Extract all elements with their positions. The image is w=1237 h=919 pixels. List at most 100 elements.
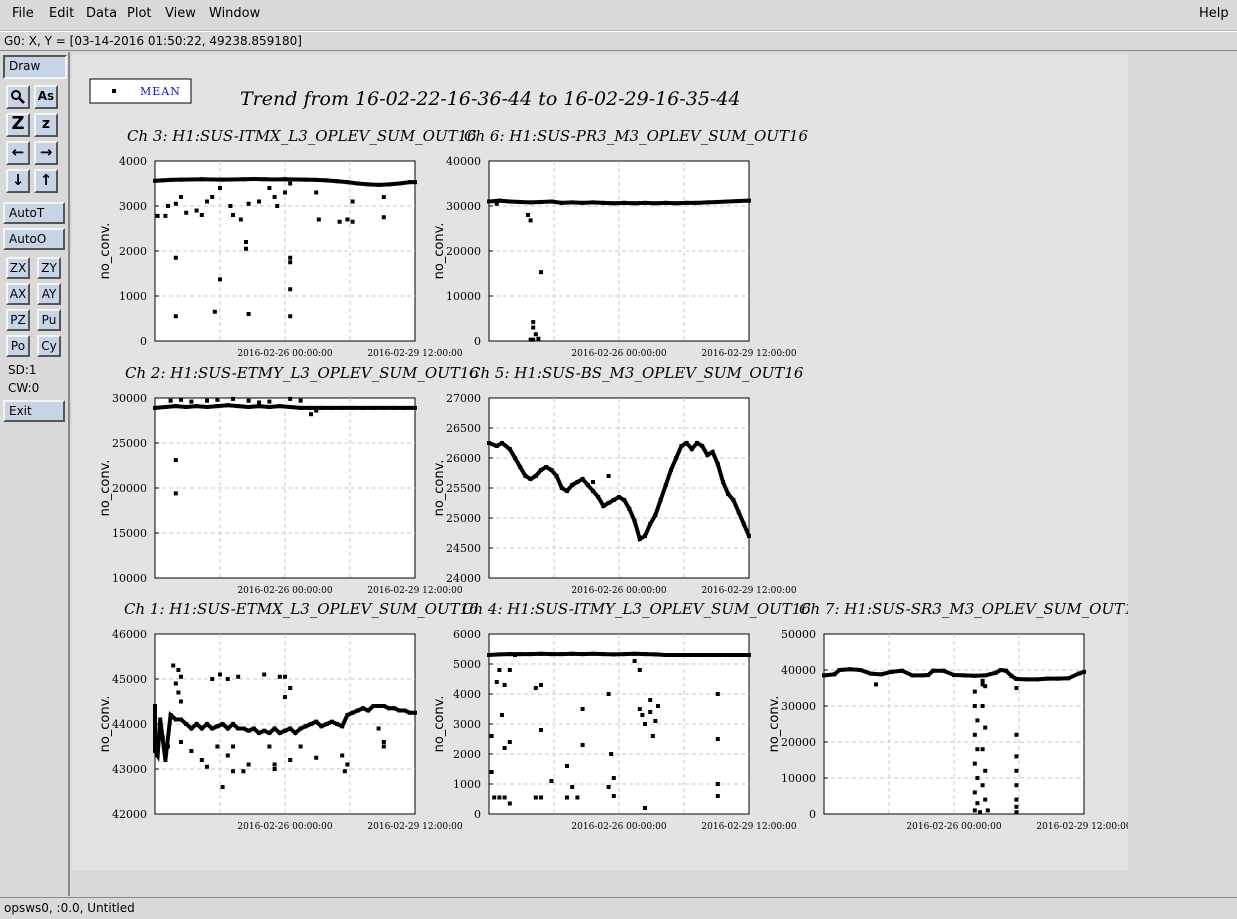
data-point (337, 219, 342, 224)
y-axis-label: no_conv. (432, 696, 447, 753)
data-point (575, 795, 580, 800)
data-point (345, 217, 350, 222)
zoom-z-small-icon[interactable]: z (34, 113, 58, 137)
chart-ch5: Ch 5: H1:SUS-BS_M3_OPLEV_SUM_OUT16 24000 2… (432, 364, 804, 596)
menu-edit[interactable]: Edit (49, 6, 74, 21)
y-tick-label: 30000 (781, 700, 816, 713)
autot-button[interactable]: AutoT (3, 202, 65, 224)
ax-button[interactable]: AX (6, 283, 30, 305)
x-tick-label: 2016-02-29 12:00:00 (701, 349, 796, 359)
trend-line-ch4 (488, 651, 749, 657)
chart-ch4: Ch 4: H1:SUS-ITMY_L3_OPLEV_SUM_OUT16 0 100… (432, 600, 811, 832)
data-point (176, 690, 181, 695)
data-point (173, 201, 178, 206)
po-button[interactable]: Po (6, 335, 30, 357)
data-point (179, 674, 183, 679)
legend-label: MEAN (140, 85, 181, 98)
arrow-down-icon[interactable]: ↓ (6, 169, 30, 193)
cy-button[interactable]: Cy (37, 335, 61, 357)
data-point (257, 199, 261, 204)
chart-ch6: Ch 6: H1:SUS-PR3_M3_OPLEV_SUM_OUT16 0 1000… (432, 127, 808, 359)
data-point (218, 672, 222, 677)
data-point (381, 740, 386, 744)
data-point (241, 769, 246, 774)
data-point (272, 195, 277, 199)
x-tick-label: 2016-02-26 00:00:00 (237, 349, 332, 359)
data-point (288, 181, 293, 186)
menu-file[interactable]: File (12, 6, 34, 21)
data-point (536, 336, 541, 341)
data-point (155, 213, 160, 218)
data-point (381, 215, 386, 220)
data-point (231, 396, 235, 401)
y-tick-label: 4000 (453, 688, 481, 701)
data-point (288, 255, 293, 260)
text-icon[interactable]: AS (34, 85, 58, 109)
magnify-icon[interactable] (6, 85, 30, 109)
zx-button[interactable]: ZX (6, 257, 30, 279)
data-point (228, 204, 233, 208)
data-point (350, 199, 355, 204)
x-tick-label: 2016-02-29 12:00:00 (1036, 822, 1128, 832)
x-tick-label: 2016-02-29 12:00:00 (701, 586, 796, 596)
data-point (502, 795, 507, 800)
data-point (489, 770, 494, 774)
exit-button[interactable]: Exit (3, 400, 65, 422)
data-point (715, 782, 720, 786)
data-point (283, 190, 287, 195)
data-point (288, 287, 293, 292)
menu-data[interactable]: Data (86, 6, 117, 21)
autoo-button[interactable]: AutoO (3, 228, 65, 250)
draw-button[interactable]: Draw (3, 55, 67, 79)
plot-canvas: MEAN Trend from 16-02-22-16-36-44 to 16-… (72, 52, 1237, 896)
y-tick-label: 20000 (112, 482, 147, 495)
data-point (168, 398, 173, 403)
menu-plot[interactable]: Plot (127, 6, 152, 21)
data-point (1014, 754, 1019, 759)
data-point (656, 704, 660, 708)
y-tick-label: 2000 (119, 245, 147, 258)
plot-frame[interactable] (823, 633, 1085, 815)
data-point (176, 668, 181, 672)
data-point (489, 734, 494, 738)
pz-button[interactable]: PZ (6, 309, 30, 331)
y-tick-label: 3000 (119, 200, 147, 213)
data-point (533, 332, 538, 337)
y-tick-label: 25500 (446, 482, 481, 495)
menu-view[interactable]: View (165, 6, 196, 21)
arrow-up-icon[interactable]: ↑ (34, 169, 58, 193)
data-point (975, 801, 980, 806)
data-point (494, 680, 499, 684)
y-tick-label: 25000 (112, 437, 147, 450)
chart-title: Ch 3: H1:SUS-ITMX_L3_OPLEV_SUM_OUT16 (127, 127, 477, 145)
y-tick-label: 15000 (112, 527, 147, 540)
data-point (539, 270, 543, 275)
zoom-z-large-icon[interactable]: Z (6, 113, 30, 137)
data-point (163, 213, 168, 218)
ay-button[interactable]: AY (37, 283, 61, 305)
y-tick-label: 6000 (453, 628, 481, 641)
zy-button[interactable]: ZY (37, 257, 61, 279)
data-point (179, 195, 183, 199)
x-tick-label: 2016-02-26 00:00:00 (571, 822, 666, 832)
data-point (632, 659, 637, 663)
arrow-right-icon[interactable]: → (34, 141, 58, 165)
pu-button[interactable]: Pu (37, 309, 61, 331)
arrow-left-icon[interactable]: ← (6, 141, 30, 165)
data-point (531, 325, 536, 330)
data-point (262, 672, 267, 677)
plot-area[interactable]: MEAN Trend from 16-02-22-16-36-44 to 16-… (72, 54, 1128, 870)
status-bar: opsws0, :0.0, Untitled (0, 897, 1237, 919)
y-tick-label: 1000 (119, 290, 147, 303)
data-point (288, 686, 293, 690)
menu-help[interactable]: Help (1199, 6, 1229, 21)
y-tick-label: 2000 (453, 748, 481, 761)
chart-ch3: Ch 3: H1:SUS-ITMX_L3_OPLEV_SUM_OUT16 0 100… (98, 127, 477, 359)
data-point (298, 398, 303, 403)
data-point (980, 678, 985, 683)
y-tick-label: 0 (809, 808, 816, 821)
data-point (173, 458, 178, 463)
data-point (591, 480, 595, 484)
data-point (606, 785, 611, 789)
menu-window[interactable]: Window (209, 6, 260, 21)
